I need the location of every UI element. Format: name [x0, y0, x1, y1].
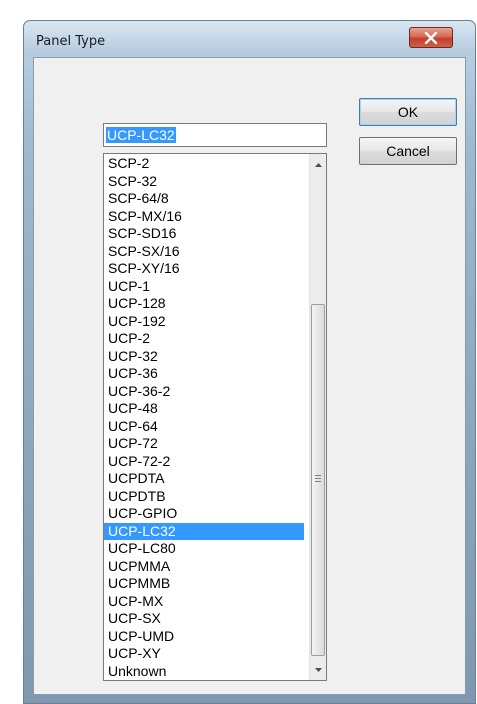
list-item[interactable]: UCP-72-2 [104, 453, 304, 471]
list-item[interactable]: UCP-1 [104, 278, 304, 296]
list-item[interactable]: SCP-SD16 [104, 225, 304, 243]
panel-type-input[interactable]: UCP-LC32 [103, 123, 327, 147]
list-item[interactable]: UCP-72 [104, 435, 304, 453]
list-item[interactable]: SCP-SX/16 [104, 243, 304, 261]
ok-button[interactable]: OK [359, 98, 457, 126]
scrollbar-grip-icon [315, 475, 321, 482]
list-item[interactable]: SCP-64/8 [104, 190, 304, 208]
scroll-thumb[interactable] [311, 304, 325, 656]
scroll-down-arrow-icon [314, 667, 322, 672]
list-item[interactable]: UCPMMB [104, 575, 304, 593]
list-item[interactable]: SCP-XY/16 [104, 260, 304, 278]
list-item[interactable]: UCP-36-2 [104, 383, 304, 401]
list-item[interactable]: UCP-GPIO [104, 505, 304, 523]
panel-type-list[interactable]: SCP-2 SCP-32 SCP-64/8 SCP-MX/16 SCP-SD16 SCP-… [103, 153, 327, 681]
list-item[interactable]: UCP-MX [104, 593, 304, 611]
list-items: SCP-2 SCP-32 SCP-64/8 SCP-MX/16 SCP-SD16 SCP-… [104, 155, 304, 680]
close-icon [424, 31, 438, 44]
list-item[interactable]: UCP-32 [104, 348, 304, 366]
list-item[interactable]: UCP-192 [104, 313, 304, 331]
list-item[interactable]: UCP-UMD [104, 628, 304, 646]
cancel-button[interactable]: Cancel [359, 137, 457, 165]
list-item[interactable]: UCP-XY [104, 645, 304, 663]
scroll-down-button[interactable] [310, 661, 326, 678]
dialog-window: Panel Type UCP-LC32 SCP-2 SCP-32 SCP-64/8 S… [23, 20, 476, 704]
scroll-up-arrow-icon [314, 162, 322, 167]
list-scrollbar[interactable] [309, 154, 326, 680]
panel-type-input-text: UCP-LC32 [106, 127, 176, 143]
list-item[interactable]: UCP-LC80 [104, 540, 304, 558]
list-item[interactable]: UCP-36 [104, 365, 304, 383]
list-item[interactable]: UCP-64 [104, 418, 304, 436]
list-item[interactable]: UCP-128 [104, 295, 304, 313]
scroll-up-button[interactable] [310, 156, 326, 173]
list-item[interactable]: UCPMMA [104, 558, 304, 576]
close-button[interactable] [409, 27, 453, 48]
list-item[interactable]: UCP-LC32 [104, 522, 304, 540]
list-item[interactable]: SCP-32 [104, 173, 304, 191]
list-item[interactable]: UCP-SX [104, 610, 304, 628]
list-item[interactable]: SCP-MX/16 [104, 208, 304, 226]
list-item[interactable]: UCP-2 [104, 330, 304, 348]
list-item[interactable]: UCPDTA [104, 470, 304, 488]
list-item[interactable]: SCP-2 [104, 155, 304, 173]
window-title: Panel Type [36, 34, 106, 49]
list-item[interactable]: UCP-48 [104, 400, 304, 418]
title-bar[interactable]: Panel Type [24, 21, 475, 55]
list-item[interactable]: Unknown [104, 663, 304, 681]
list-item[interactable]: UCPDTB [104, 488, 304, 506]
dialog-client-area: UCP-LC32 SCP-2 SCP-32 SCP-64/8 SCP-MX/16 SCP… [33, 57, 466, 695]
